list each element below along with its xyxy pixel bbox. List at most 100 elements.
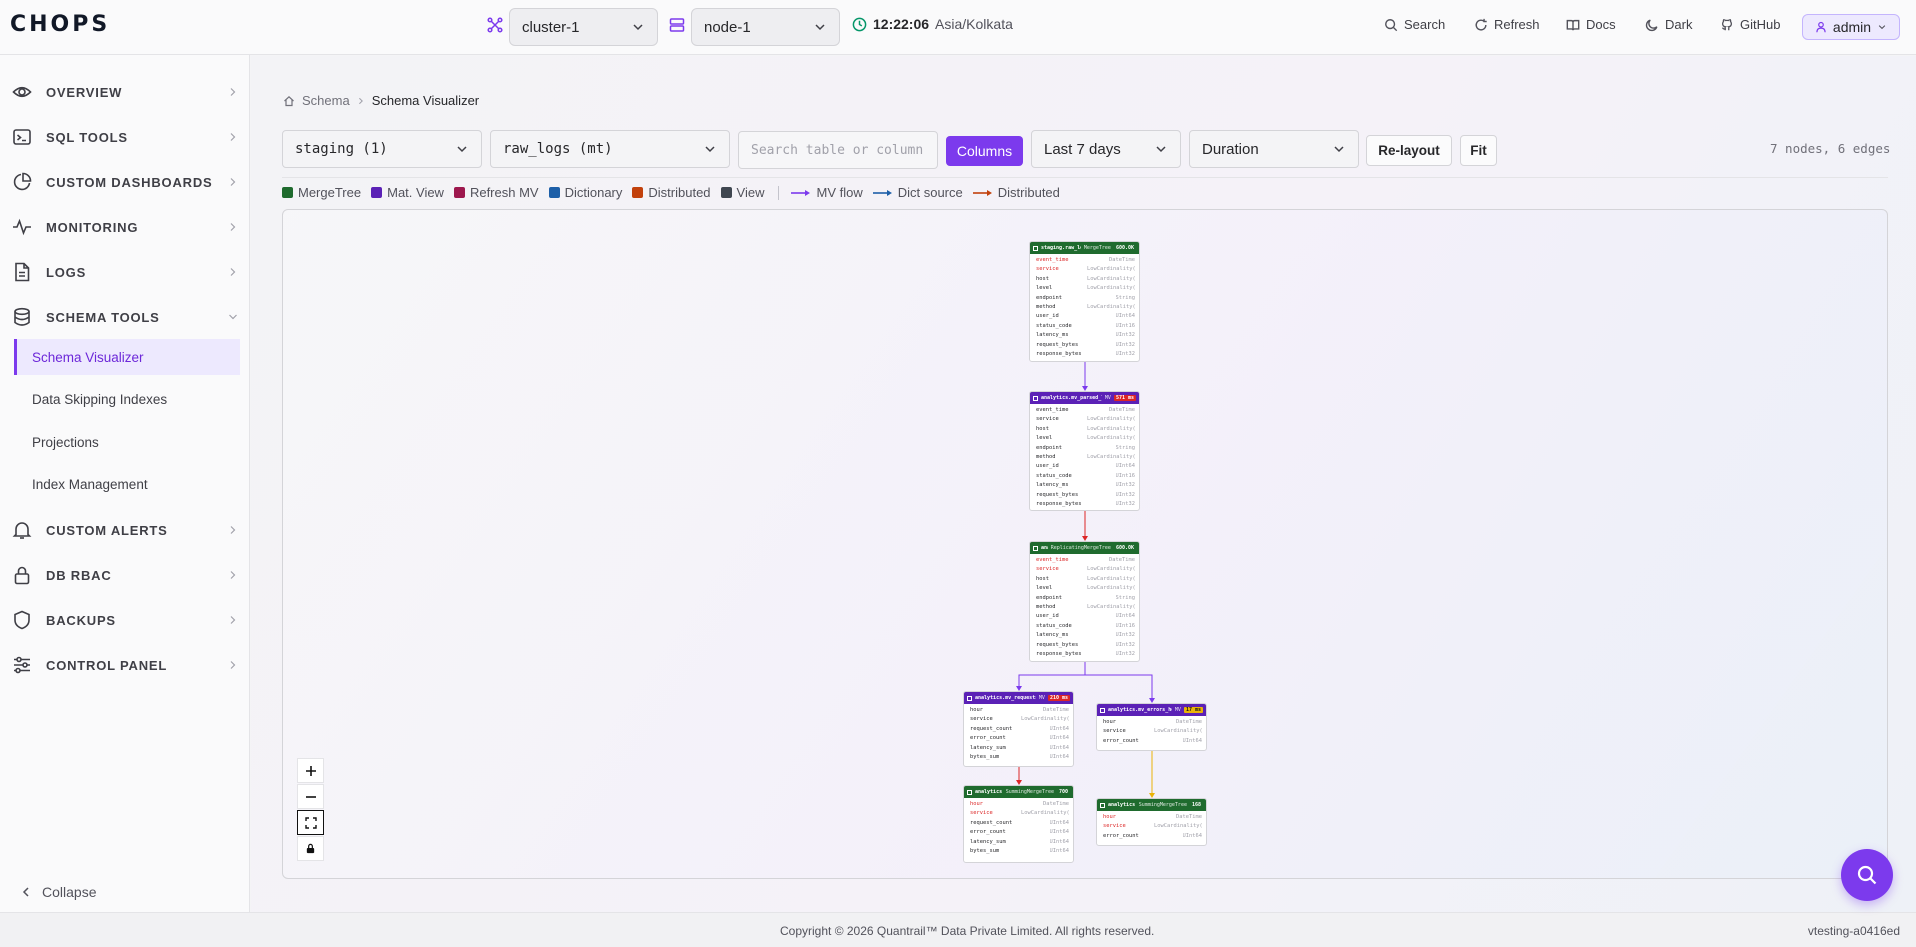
time-range-select[interactable]: Last 7 days xyxy=(1031,130,1181,168)
column-type: DateTime xyxy=(1043,707,1069,713)
graph-node-requests-hourly[interactable]: analytics.requests_hourlySummingMergeTre… xyxy=(963,785,1074,863)
column-type: LowCardinality(String) xyxy=(1087,435,1135,442)
breadcrumb: Schema Schema Visualizer xyxy=(283,93,479,108)
column-type: UInt64 xyxy=(1182,737,1202,744)
table-column-search-input[interactable] xyxy=(738,131,938,169)
graph-node-column-row: level LowCardinality(String) xyxy=(1036,284,1135,293)
sidebar-item-sql-tools[interactable]: SQL TOOLS xyxy=(0,119,249,155)
column-name: event_time xyxy=(1036,407,1069,413)
app-logo[interactable]: CHOPS xyxy=(10,12,110,37)
graph-node-parsed-logs[interactable]: analytics.parsed_logsReplicatingMergeTre… xyxy=(1029,541,1140,662)
graph-node-mv-errors-hourly[interactable]: analytics.mv_errors_hourlyMV17 ms hour Dat… xyxy=(1096,703,1207,751)
column-type: UInt64 xyxy=(1049,838,1069,845)
edge-parsed-to-mv-requests xyxy=(1018,662,1086,689)
database-select[interactable]: staging (1) xyxy=(282,130,482,168)
time-range-value: Last 7 days xyxy=(1044,140,1121,158)
lock-icon xyxy=(14,566,30,585)
dark-mode-toggle[interactable]: Dark xyxy=(1645,17,1692,32)
zoom-in-button[interactable] xyxy=(297,758,324,783)
legend-item-mergetree: MergeTree xyxy=(282,185,361,200)
column-type: LowCardinality(String) xyxy=(1087,425,1135,432)
lock-interactivity-button[interactable] xyxy=(297,836,324,861)
sidebar-item-backups[interactable]: BACKUPS xyxy=(0,602,249,638)
columns-button[interactable]: Columns xyxy=(946,136,1023,166)
search-link[interactable]: Search xyxy=(1384,17,1445,32)
graph-node-columns: hour DateTime service LowCardinality(String… xyxy=(1097,811,1206,841)
column-type: DateTime xyxy=(1176,814,1202,820)
sidebar-collapse-button[interactable]: Collapse xyxy=(20,884,96,900)
sidebar-item-custom-dashboards[interactable]: CUSTOM DASHBOARDS xyxy=(0,164,249,200)
breadcrumb-root[interactable]: Schema xyxy=(302,93,350,108)
user-menu[interactable]: admin xyxy=(1802,14,1900,40)
column-type: LowCardinality(String) xyxy=(1087,453,1135,460)
graph-node-header: analytics.mv_requests_hourlyMV210 ms xyxy=(964,692,1073,704)
graph-node-title: analytics.mv_parsed_logs xyxy=(1041,395,1102,401)
graph-node-raw-logs[interactable]: staging.raw_logsMergeTree 600.0K event_tim… xyxy=(1029,241,1140,362)
sidebar-item-db-rbac[interactable]: DB RBAC xyxy=(0,557,249,593)
node-select[interactable]: node-1 xyxy=(691,8,840,46)
table-icon xyxy=(1033,545,1038,551)
sidebar-sub-index-management[interactable]: Index Management xyxy=(14,466,240,502)
github-link[interactable]: GitHub xyxy=(1720,17,1780,32)
sidebar-item-label: LOGS xyxy=(46,264,87,280)
sidebar-item-monitoring[interactable]: MONITORING xyxy=(0,209,249,245)
toolbar-divider xyxy=(282,177,1888,178)
graph-node-column-row: service LowCardinality(String) xyxy=(970,715,1069,724)
graph-node-column-row: service LowCardinality(String) xyxy=(1036,565,1135,574)
refresh-icon xyxy=(1475,18,1487,31)
column-name: request_count xyxy=(970,819,1013,826)
sidebar-sub-schema-visualizer[interactable]: Schema Visualizer xyxy=(14,339,240,375)
zoom-out-button[interactable] xyxy=(297,784,324,809)
docs-link-label: Docs xyxy=(1586,17,1616,32)
graph-node-column-row: error_count UInt64 xyxy=(1103,737,1202,746)
graph-node-engine: SummingMergeTree xyxy=(1005,789,1054,795)
cluster-select[interactable]: cluster-1 xyxy=(509,8,658,46)
metric-select[interactable]: Duration xyxy=(1189,130,1359,168)
footer: Copyright © 2026 Quantrail™ Data Private… xyxy=(0,912,1916,947)
fit-button[interactable]: Fit xyxy=(1460,135,1497,166)
graph-node-column-row: latency_sum UInt64 xyxy=(970,744,1069,753)
column-name: error_count xyxy=(1103,832,1139,839)
column-type: DateTime xyxy=(1176,719,1202,725)
column-name: latency_ms xyxy=(1036,632,1069,639)
dark-mode-label: Dark xyxy=(1665,17,1693,32)
sidebar-item-schema-tools[interactable]: SCHEMA TOOLS xyxy=(0,299,249,335)
graph-node-mv-requests-hourly[interactable]: analytics.mv_requests_hourlyMV210 ms hour… xyxy=(963,691,1074,767)
refresh-link[interactable]: Refresh xyxy=(1474,17,1540,32)
graph-node-column-row: endpoint String xyxy=(1036,594,1135,603)
sidebar-item-overview[interactable]: OVERVIEW xyxy=(0,74,249,110)
sidebar-item-custom-alerts[interactable]: CUSTOM ALERTS xyxy=(0,512,249,548)
graph-node-header: analytics.parsed_logsReplicatingMergeTre… xyxy=(1030,542,1139,554)
top-bar: CHOPS cluster-1 node-1 12:22:06 Asia/Kol… xyxy=(0,0,1916,55)
pie-chart-icon xyxy=(13,172,32,191)
docs-link[interactable]: Docs xyxy=(1566,17,1616,32)
sidebar-sub-projections[interactable]: Projections xyxy=(14,424,240,460)
column-name: hour xyxy=(970,707,983,713)
sidebar-sub-data-skipping-indexes[interactable]: Data Skipping Indexes xyxy=(14,381,240,417)
sidebar-item-logs[interactable]: LOGS xyxy=(0,254,249,290)
graph-node-engine: MV xyxy=(1104,395,1111,401)
clock-time: 12:22:06 xyxy=(873,16,930,32)
fit-view-button[interactable] xyxy=(297,810,324,835)
schema-graph-canvas[interactable]: staging.raw_logsMergeTree 600.0K event_tim… xyxy=(282,209,1888,879)
graph-node-column-row: latency_ms UInt32 xyxy=(1036,481,1135,490)
column-name: method xyxy=(1036,303,1056,310)
column-type: LowCardinality(String) xyxy=(1087,585,1135,592)
table-select[interactable]: raw_logs (mt) xyxy=(490,130,730,168)
column-type: UInt32 xyxy=(1115,500,1135,507)
sidebar-item-control-panel[interactable]: CONTROL PANEL xyxy=(0,647,249,683)
graph-node-errors-hourly[interactable]: analytics.errors_hourlySummingMergeTree 1… xyxy=(1096,798,1207,846)
graph-node-mv-parsed-logs[interactable]: analytics.mv_parsed_logsMV571 ms event_ti… xyxy=(1029,391,1140,511)
relayout-button[interactable]: Re-layout xyxy=(1366,135,1452,166)
column-name: level xyxy=(1036,435,1053,442)
sidebar-item-label: CUSTOM ALERTS xyxy=(46,522,168,538)
column-type: UInt64 xyxy=(1049,819,1069,826)
graph-node-columns: event_time DateTime service LowCardinality(… xyxy=(1030,254,1139,359)
chevron-right-icon xyxy=(230,661,236,669)
column-type: LowCardinality(String) xyxy=(1087,275,1135,282)
column-name: level xyxy=(1036,585,1053,592)
plus-icon xyxy=(305,765,316,776)
search-icon xyxy=(1385,18,1398,31)
search-fab-button[interactable] xyxy=(1841,849,1893,901)
graph-node-column-row: event_time DateTime xyxy=(1036,406,1135,415)
